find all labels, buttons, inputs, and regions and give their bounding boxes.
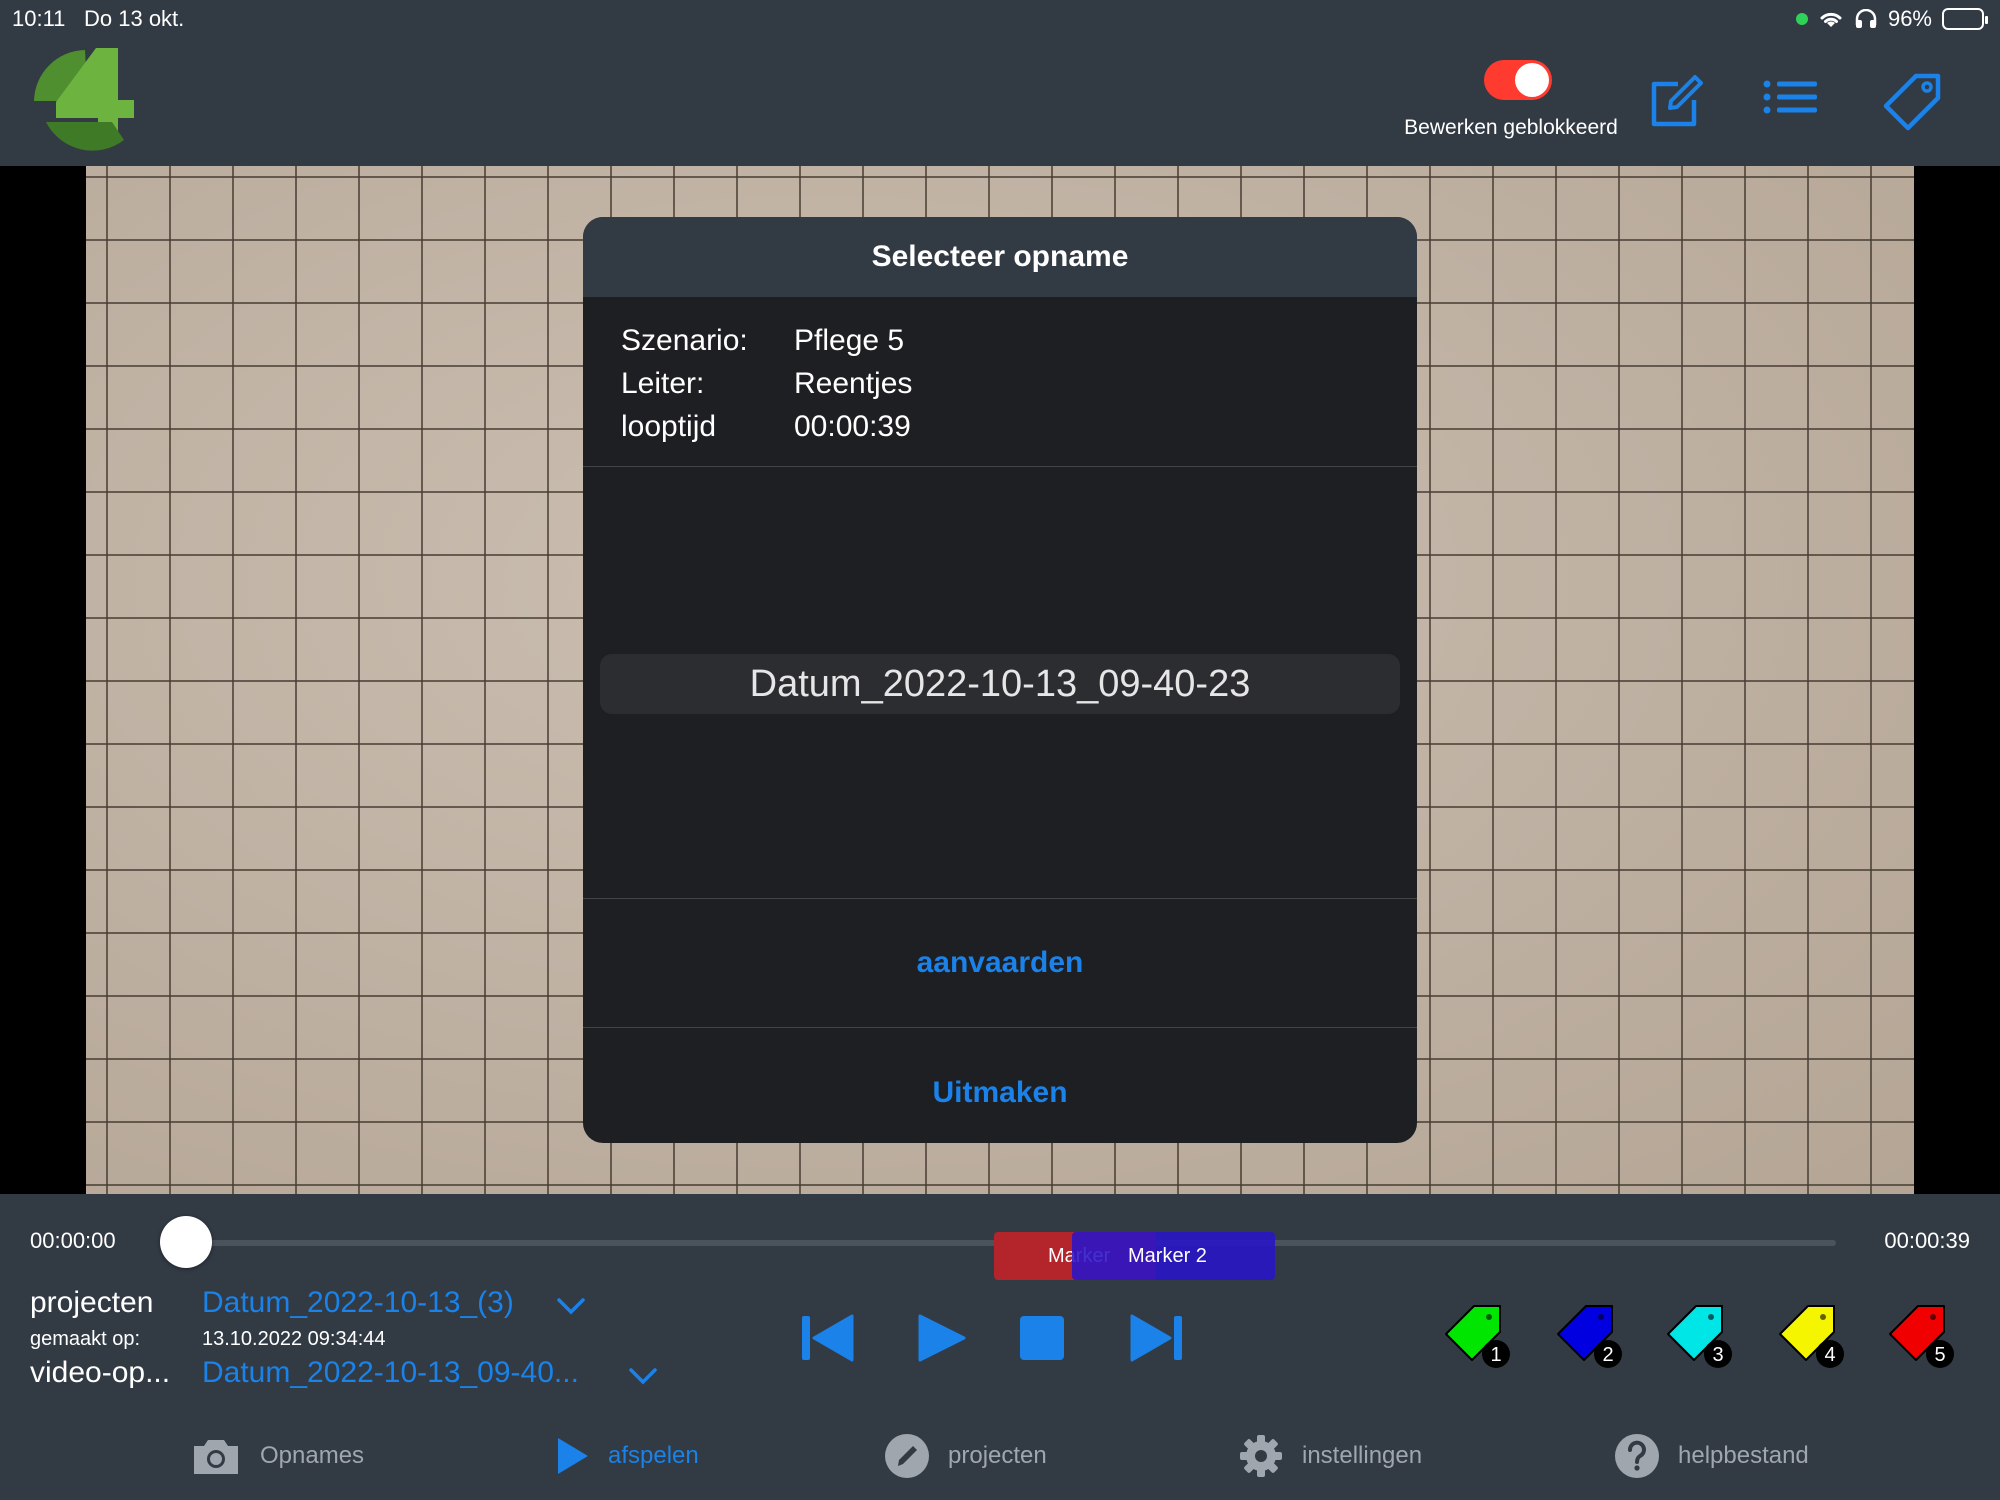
info-value: 00:00:39 (794, 410, 911, 443)
picker-selected-row[interactable]: Datum_2022-10-13_09-40-23 (600, 654, 1400, 714)
edit-lock-toggle[interactable] (1484, 60, 1552, 100)
info-label: Szenario: (621, 324, 748, 357)
skip-forward-icon[interactable] (1126, 1312, 1184, 1364)
play-icon[interactable] (914, 1312, 972, 1364)
tag-number: 1 (1490, 1344, 1501, 1366)
accept-button-label: aanvaarden (916, 946, 1084, 979)
picker-selected-label: Datum_2022-10-13_09-40-23 (749, 662, 1251, 705)
tag-number: 3 (1712, 1344, 1723, 1366)
select-recording-dialog: Selecteer opname Szenario: Pflege 5 Leit… (583, 217, 1417, 1143)
timeline-scrubber[interactable] (160, 1216, 212, 1268)
gear-icon (1240, 1435, 1282, 1477)
tab-opnames[interactable]: Opnames (190, 1432, 364, 1480)
accept-button[interactable]: aanvaarden (583, 899, 1417, 1028)
tab-helpbestand[interactable]: helpbestand (1614, 1432, 1809, 1480)
tag-button-2[interactable]: 2 (1556, 1302, 1626, 1372)
play-icon (558, 1438, 588, 1474)
dialog-title: Selecteer opname (871, 240, 1129, 273)
timeline-marker[interactable]: Marker 2 (1072, 1232, 1275, 1280)
status-indicators: 96% (1795, 6, 1988, 32)
battery-percent: 96% (1887, 6, 1932, 31)
tab-label: Opnames (260, 1442, 365, 1469)
current-time: 00:00:00 (30, 1228, 116, 1253)
wifi-icon (1820, 12, 1842, 27)
camera-icon (194, 1440, 238, 1474)
status-date: Do 13 okt. (84, 6, 185, 31)
tab-label: afspelen (608, 1442, 699, 1469)
tag-button-5[interactable]: 5 (1888, 1302, 1958, 1372)
info-value: Pflege 5 (794, 324, 905, 357)
chevron-down-icon[interactable] (556, 1296, 586, 1316)
video-label: video-op... (30, 1356, 171, 1389)
info-row: Szenario: Pflege 5 (621, 319, 1379, 362)
tab-instellingen[interactable]: instellingen (1238, 1432, 1422, 1480)
cancel-button-label: Uitmaken (932, 1075, 1068, 1109)
tag-button-3[interactable]: 3 (1666, 1302, 1736, 1372)
edit-icon[interactable] (1644, 72, 1706, 134)
total-time: 00:00:39 (1884, 1228, 1970, 1253)
tab-afspelen[interactable]: afspelen (556, 1432, 699, 1480)
info-label: looptijd (621, 410, 717, 443)
info-value: Reentjes (794, 367, 913, 400)
created-value: 13.10.2022 09:34:44 (202, 1328, 386, 1350)
app-logo (34, 48, 134, 151)
info-row: looptijd 00:00:39 (621, 405, 1379, 448)
top-bar: 10:11 Do 13 okt. 96% Bewerken geblokkeer… (0, 0, 2000, 166)
list-icon[interactable] (1760, 72, 1822, 134)
cancel-button[interactable]: Uitmaken (583, 1028, 1417, 1143)
edit-lock-label: Bewerken geblokkeerd (1404, 116, 1618, 139)
project-selector[interactable]: Datum_2022-10-13_(3) (202, 1286, 514, 1320)
tag-button-1[interactable]: 1 (1444, 1302, 1514, 1372)
tag-number: 4 (1824, 1344, 1835, 1366)
privacy-indicator-icon (1795, 13, 1808, 25)
stop-icon[interactable] (1014, 1312, 1072, 1364)
marker-label: Marker 2 (1128, 1244, 1207, 1267)
pencil-icon (885, 1434, 929, 1478)
tag-number: 5 (1934, 1344, 1945, 1366)
info-label: Leiter: (621, 367, 705, 400)
video-selector[interactable]: Datum_2022-10-13_09-40... (202, 1356, 579, 1390)
recording-info: Szenario: Pflege 5 Leiter: Reentjes loop… (583, 297, 1417, 467)
chevron-down-icon[interactable] (628, 1366, 658, 1386)
dialog-header: Selecteer opname (583, 217, 1417, 297)
status-time: 10:11 (12, 6, 66, 31)
tag-number: 2 (1602, 1344, 1613, 1366)
help-icon (1615, 1434, 1659, 1478)
tab-label: helpbestand (1678, 1442, 1809, 1469)
recording-picker[interactable]: Datum_2022-10-13_09-40-23 (583, 467, 1417, 899)
created-label: gemaakt op: (30, 1328, 141, 1350)
tag-button-4[interactable]: 4 (1778, 1302, 1848, 1372)
projects-label: projecten (30, 1286, 154, 1319)
tab-label: projecten (948, 1442, 1047, 1469)
headphones-icon (1855, 9, 1877, 28)
battery-icon (1942, 8, 1988, 30)
tab-projecten[interactable]: projecten (884, 1432, 1047, 1480)
tab-label: instellingen (1302, 1442, 1423, 1469)
skip-back-icon[interactable] (800, 1312, 858, 1364)
tag-icon[interactable] (1882, 72, 1944, 134)
info-row: Leiter: Reentjes (621, 362, 1379, 405)
